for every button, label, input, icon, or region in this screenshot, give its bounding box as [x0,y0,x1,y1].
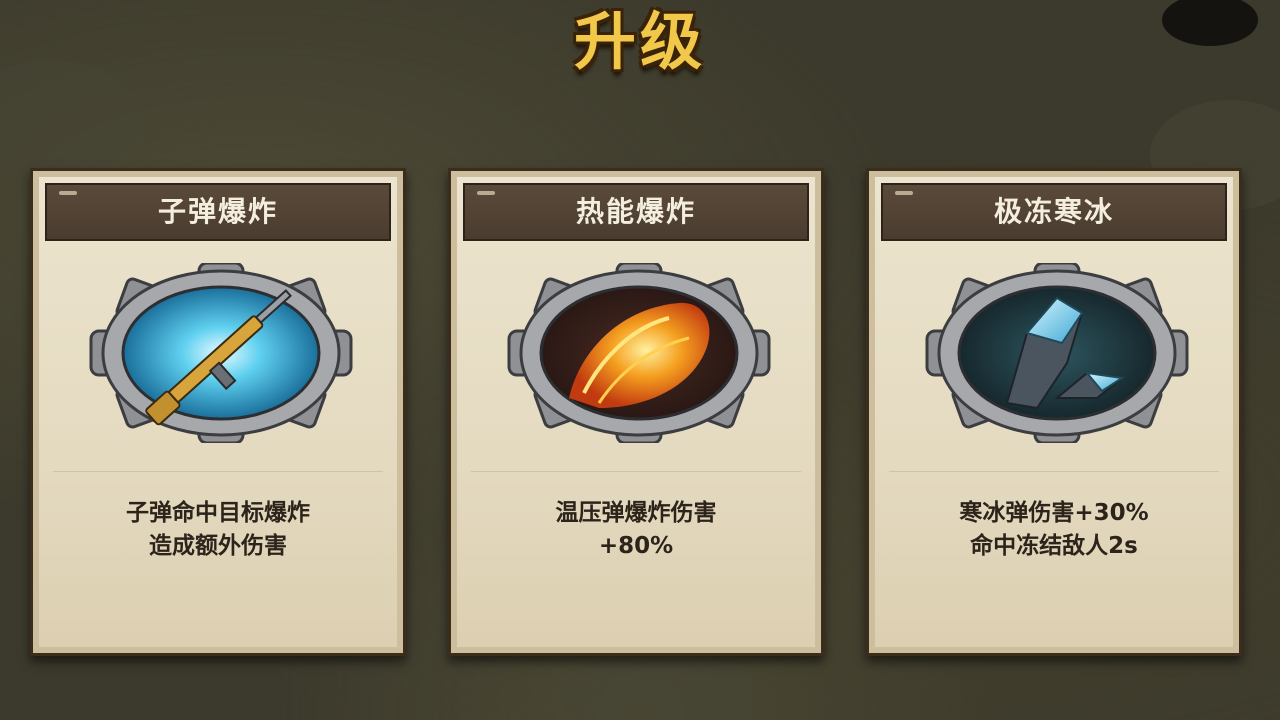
card-title: 热能爆炸 [575,195,696,228]
header-nail [59,191,77,195]
card-title: 极冻寒冰 [993,195,1114,228]
header-nail [477,191,495,195]
rifle-icon [89,263,353,443]
upgrade-card-deep-freeze[interactable]: 极冻寒冰 寒冰弹伤害+30% 命中冻结敌人2s [866,168,1242,656]
card-description: 温压弹爆炸伤害 +80% [461,497,811,563]
background-rock [560,650,760,720]
upgrade-card-bullet-explosion[interactable]: 子弹爆炸 子弹命中目标爆炸 造成额外伤害 [30,168,406,656]
description-line: 造成额外伤害 [149,533,287,559]
ice-crystal-icon [925,263,1189,443]
card-description: 寒冰弹伤害+30% 命中冻结敌人2s [879,497,1229,563]
card-title: 子弹爆炸 [157,195,278,228]
card-header: 极冻寒冰 [881,183,1227,241]
description-line: 温压弹爆炸伤害 [555,500,717,526]
description-line: +80% [598,533,674,559]
card-header: 热能爆炸 [463,183,809,241]
description-line: 寒冰弹伤害+30% [959,500,1149,526]
upgrade-card-thermal-explosion[interactable]: 热能爆炸 温压弹爆炸伤害 +80% [448,168,824,656]
fire-burst-icon [507,263,771,443]
description-line: 子弹命中目标爆炸 [126,500,310,526]
card-description: 子弹命中目标爆炸 造成额外伤害 [43,497,393,563]
card-header: 子弹爆炸 [45,183,391,241]
description-line: 命中冻结敌人2s [970,533,1138,559]
header-nail [895,191,913,195]
upgrade-title: 升级 [573,5,706,78]
